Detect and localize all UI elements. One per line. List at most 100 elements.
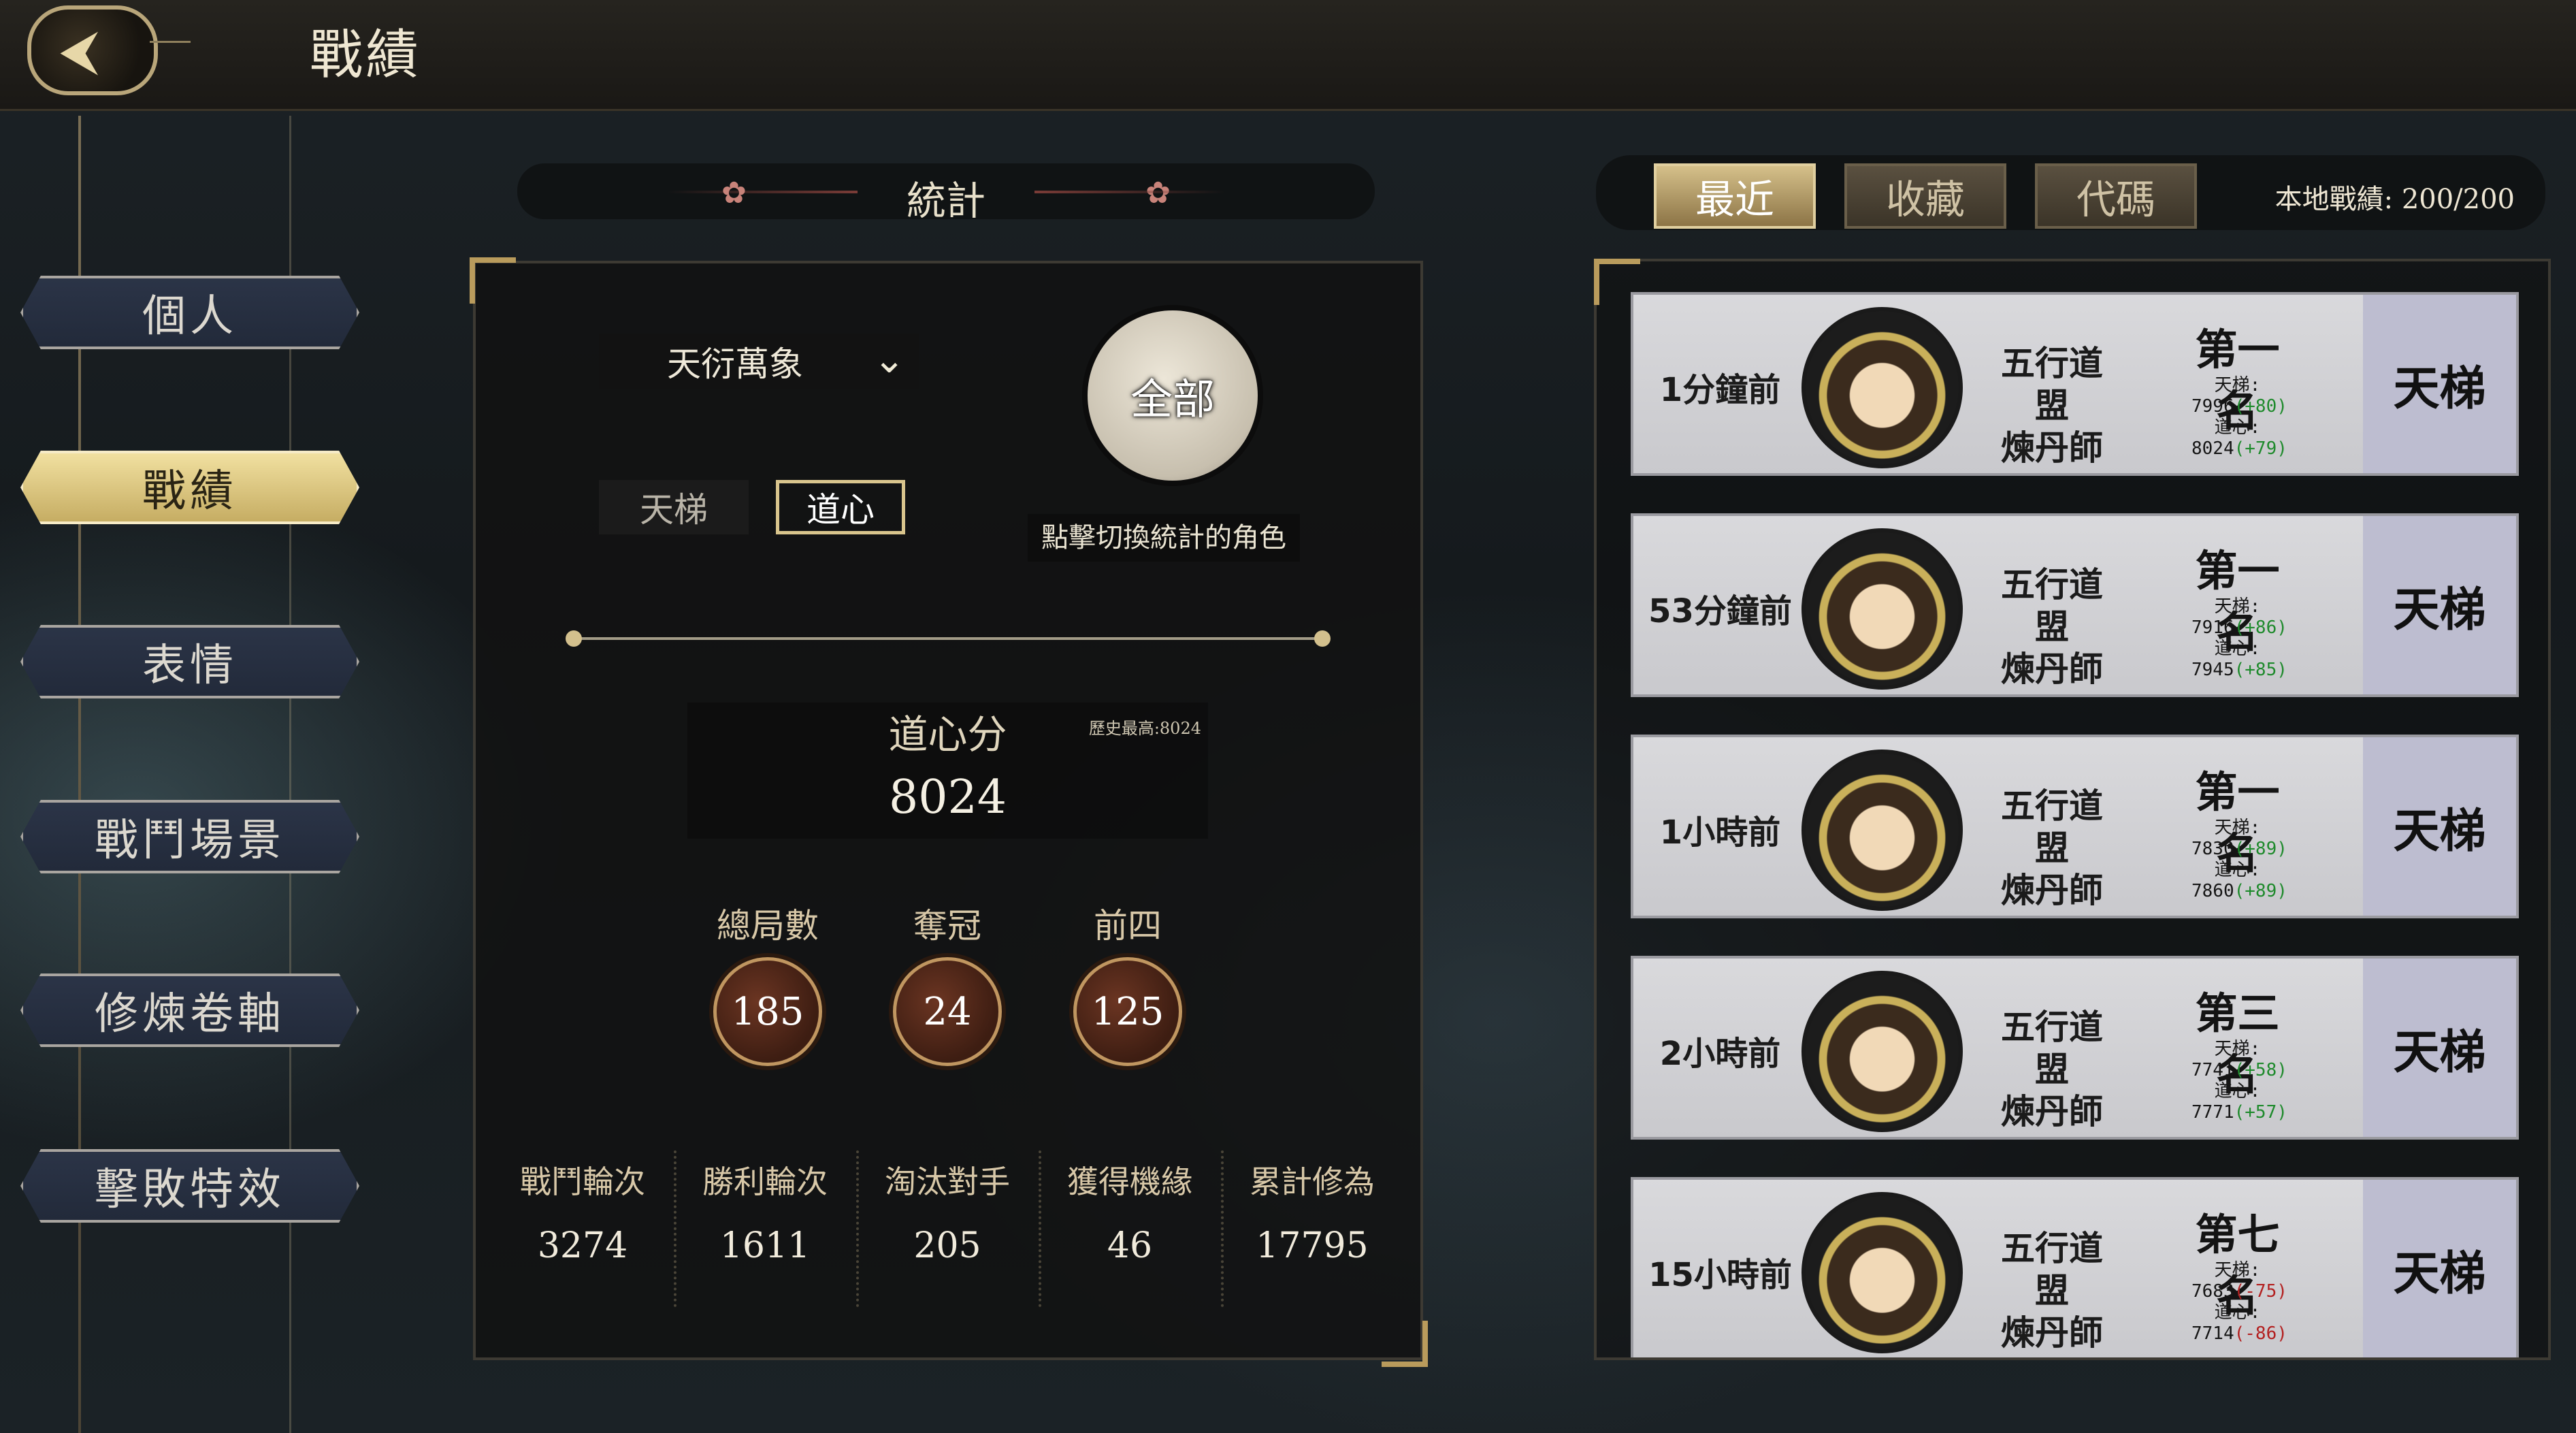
record-score-detail: 天梯: 7996(+80) 道心: 8024(+79) [2191,375,2287,460]
daoxin-delta: (+79) [2234,438,2287,459]
class-name: 煉丹師 [2001,871,2103,910]
panel-corner-ornament [470,257,516,304]
ladder-label: 天梯: [2214,1260,2261,1281]
back-ornament [150,41,191,43]
ladder-score: 7830(+89) [2191,839,2287,860]
sidebar-item-cultivation-scroll[interactable]: 修煉卷軸 [20,973,359,1047]
class-name: 煉丹師 [2001,649,2103,689]
record-score-detail: 天梯: 7916(+86) 道心: 7945(+85) [2191,596,2287,681]
daoxin-value: 8024 [2191,438,2234,459]
record-count: 本地戰績: 200/200 [2275,184,2515,215]
tab-recent[interactable]: 最近 [1654,163,1816,229]
chevron-down-icon: ⌄ [873,338,905,382]
stat-value: 125 [1073,957,1182,1066]
daoxin-value: 7714 [2191,1323,2234,1344]
daoxin-delta: (-86) [2234,1323,2287,1344]
record-faction: 五行道盟 煉丹師 [1987,564,2117,690]
ladder-value: 7996 [2191,396,2234,417]
record-mode: 天梯 [2363,1180,2516,1357]
daoxin-label: 道心: [2214,860,2261,880]
record-item[interactable]: 1小時前 五行道盟 煉丹師 第一名 天梯: 7830(+89) 道心: 7860… [1631,735,2519,918]
class-name: 煉丹師 [2001,1313,2103,1353]
character-avatar [1801,528,1963,690]
daoxin-delta: (+57) [2234,1102,2287,1123]
detail-value: 205 [913,1225,981,1266]
daoxin-score: 7714(-86) [2191,1323,2287,1345]
record-mode: 天梯 [2363,295,2516,473]
record-time: 53分鐘前 [1648,592,1792,630]
record-item[interactable]: 1分鐘前 五行道盟 煉丹師 第一名 天梯: 7996(+80) 道心: 8024… [1631,292,2519,476]
record-item[interactable]: 53分鐘前 五行道盟 煉丹師 第一名 天梯: 7916(+86) 道心: 794… [1631,513,2519,697]
character-avatar [1801,1192,1963,1353]
record-item[interactable]: 2小時前 五行道盟 煉丹師 第三名 天梯: 7741(+58) 道心: 7771… [1631,956,2519,1140]
detail-label: 淘汰對手 [885,1163,1010,1200]
divider-dot [566,630,582,647]
score-value: 8024 [888,771,1007,824]
score-box: 道心分 歷史最高:8024 8024 [687,703,1208,839]
daoxin-score: 7945(+85) [2191,660,2287,681]
daoxin-value: 7771 [2191,1102,2234,1123]
daoxin-delta: (+85) [2234,660,2287,680]
faction-name: 五行道盟 [2001,565,2103,647]
record-score-detail: 天梯: 7741(+58) 道心: 7771(+57) [2191,1039,2287,1123]
ladder-value: 7741 [2191,1060,2234,1080]
daoxin-value: 7860 [2191,881,2234,901]
mode-tab-ladder[interactable]: 天梯 [599,480,749,534]
ladder-score: 7996(+80) [2191,396,2287,417]
faction-name: 五行道盟 [2001,344,2103,425]
record-time: 1小時前 [1659,814,1781,852]
records-list: 1分鐘前 五行道盟 煉丹師 第一名 天梯: 7996(+80) 道心: 8024… [1594,259,2551,1360]
character-dropdown[interactable]: 天衍萬象 ⌄ [599,334,919,389]
sidebar-item-personal[interactable]: 個人 [20,276,359,349]
detail-eliminated: 淘汰對手 205 [856,1157,1039,1266]
stats-header: ✿ 統計 ✿ [517,163,1375,224]
daoxin-label: 道心: [2214,1081,2261,1101]
sidebar-item-records[interactable]: 戰績 [20,451,359,524]
record-faction: 五行道盟 煉丹師 [1987,1227,2117,1354]
detail-battle-rounds: 戰鬥輪次 3274 [491,1157,674,1266]
stat-label: 前四 [1094,906,1162,946]
record-time: 15小時前 [1648,1256,1792,1294]
record-mode: 天梯 [2363,737,2516,916]
mode-tab-daoxin[interactable]: 道心 [776,480,905,534]
record-mode: 天梯 [2363,516,2516,694]
sidebar-item-defeat-effect[interactable]: 擊敗特效 [20,1149,359,1223]
character-select-button[interactable]: 全部 [1082,305,1263,486]
daoxin-score: 8024(+79) [2191,438,2287,460]
sidebar-item-emotes[interactable]: 表情 [20,625,359,698]
character-hint: 點擊切換統計的角色 [1028,514,1300,562]
ladder-delta: (+80) [2234,396,2287,417]
stat-value: 24 [893,957,1002,1066]
faction-name: 五行道盟 [2001,1008,2103,1089]
daoxin-label: 道心: [2214,417,2261,438]
record-score-detail: 天梯: 7830(+89) 道心: 7860(+89) [2191,818,2287,902]
detail-label: 獲得機緣 [1067,1163,1192,1200]
divider-dot [1314,630,1331,647]
tab-code[interactable]: 代碼 [2035,163,2197,229]
detail-total-cultivation: 累計修為 17795 [1221,1157,1403,1266]
detail-value: 17795 [1256,1225,1369,1266]
tab-favorites[interactable]: 收藏 [1844,163,2006,229]
record-item[interactable]: 15小時前 五行道盟 煉丹師 第七名 天梯: 7683(-75) 道心: 771… [1631,1177,2519,1357]
page-title: 戰績 [310,25,422,86]
stat-value: 185 [713,957,822,1066]
ladder-value: 7683 [2191,1281,2234,1302]
flourish-right [1034,191,1225,193]
detail-label: 勝利輪次 [702,1163,828,1200]
record-faction: 五行道盟 煉丹師 [1987,342,2117,469]
ladder-score: 7683(-75) [2191,1281,2287,1302]
sidebar-item-battle-scene[interactable]: 戰鬥場景 [20,800,359,873]
record-score-detail: 天梯: 7683(-75) 道心: 7714(-86) [2191,1260,2287,1345]
record-faction: 五行道盟 煉丹師 [1987,785,2117,912]
back-button[interactable]: ⮜ [27,5,158,95]
records-tab-bar: 最近 收藏 代碼 本地戰績: 200/200 [1596,155,2545,230]
record-time: 2小時前 [1659,1035,1781,1073]
class-name: 煉丹師 [2001,428,2103,468]
detail-label: 戰鬥輪次 [520,1163,645,1200]
detail-win-rounds: 勝利輪次 1611 [674,1157,856,1266]
panel-corner-ornament [1594,259,1640,305]
ladder-label: 天梯: [2214,596,2261,617]
ladder-delta: (+58) [2234,1060,2287,1080]
top-bar: ⮜ 戰績 [0,0,2576,111]
detail-value: 3274 [537,1225,628,1266]
